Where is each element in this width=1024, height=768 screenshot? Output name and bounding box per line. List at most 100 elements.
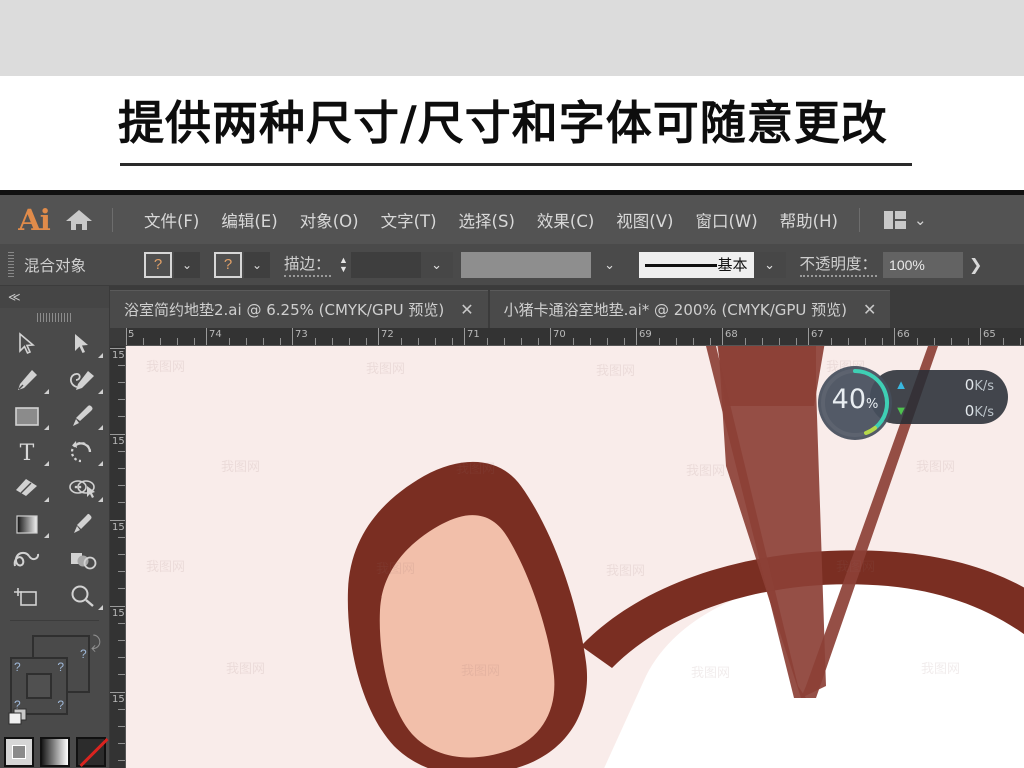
horizontal-ruler[interactable]: 5 74 73 72 71 70 69 68 67 66 65 [126,328,1024,346]
control-bar: 混合对象 ? ⌄ ? ⌄ 描边： ▲ ▼ ⌄ ⌄ 基本 ⌄ 不透明度： 100% … [0,244,1024,286]
brush-stroke-preview-icon [644,263,717,267]
workspace-layout-icon [883,210,906,229]
screenshot-root: 提供两种尺寸/尺寸和字体可随意更改 Ai 文件(F) 编辑(E) 对象(O) 文… [0,0,1024,768]
eraser-tool-icon[interactable] [0,470,55,506]
eyedropper-tool-icon[interactable] [55,506,110,542]
network-speed-widget[interactable]: 40% ▲ 0K/s ▼ 0K/s [818,366,1008,440]
document-tab-2[interactable]: 小猪卡通浴室地垫.ai* @ 200% (CMYK/GPU 预览) ✕ [489,290,891,328]
swap-fill-stroke-icon[interactable]: ⤸ [91,633,101,653]
ruler-top-label: 74 [209,329,222,340]
upload-speed: 0K/s [912,376,1008,394]
ai-logo-icon: Ai [18,202,51,237]
ruler-top-label: 66 [897,329,910,340]
fill-dropdown-chevron[interactable]: ⌄ [174,251,200,278]
document-tab-bar: 浴室简约地垫2.ai @ 6.25% (CMYK/GPU 预览) ✕ 小猪卡通浴… [110,286,1024,328]
chevron-down-icon[interactable]: ⌄ [914,211,927,229]
cpu-usage-value: 40 [831,384,866,415]
menu-item-select[interactable]: 选择(S) [448,205,526,235]
opacity-more-arrow[interactable]: ❯ [969,255,982,275]
zoom-tool-icon[interactable] [55,578,110,614]
menu-item-type[interactable]: 文字(T) [370,205,448,235]
stroke-weight-input[interactable] [350,251,421,278]
gradient-tool-icon[interactable] [0,506,55,542]
tools-panel-grip[interactable] [0,308,109,326]
document-tab-1[interactable]: 浴室简约地垫2.ai @ 6.25% (CMYK/GPU 预览) ✕ [110,290,488,328]
svg-text:T: T [20,441,35,464]
rectangle-tool-icon[interactable] [0,398,55,434]
menu-item-help[interactable]: 帮助(H) [769,205,849,235]
promo-divider [120,163,912,166]
cpu-usage-percent: 40% [818,384,892,415]
menu-item-effect[interactable]: 效果(C) [526,205,605,235]
none-mode-button[interactable] [75,737,108,767]
gradient-mode-button[interactable] [39,737,70,767]
menu-item-edit[interactable]: 编辑(E) [210,205,288,235]
menu-item-window[interactable]: 窗口(W) [684,205,768,235]
stroke-weight-stepper[interactable]: ▲ ▼ [336,251,351,278]
shape-builder-tool-icon[interactable] [55,470,110,506]
home-icon[interactable] [56,208,102,232]
slice-tool-icon[interactable] [55,542,110,578]
ruler-top-label: 67 [811,329,824,340]
menu-item-view[interactable]: 视图(V) [605,205,684,235]
ruler-top-label: 69 [639,329,652,340]
artboard-tool-icon[interactable] [0,578,55,614]
upload-speed-value: 0 [964,375,975,394]
rotate-tool-icon[interactable] [55,434,110,470]
ruler-top-label: 72 [381,329,394,340]
illustrator-window: Ai 文件(F) 编辑(E) 对象(O) 文字(T) 选择(S) 效果(C) 视… [0,190,1024,768]
opacity-label: 不透明度： [799,252,878,277]
ruler-left-label: 150 [112,694,125,705]
variable-width-chevron[interactable]: ⌄ [590,251,629,278]
variable-width-profile-input[interactable] [460,251,591,278]
upload-row: ▲ 0K/s [890,371,1008,398]
fill-stroke-control: ? ? ? ? ? ? ⤸ [0,627,109,735]
control-bar-grip[interactable] [8,251,14,278]
promo-title: 提供两种尺寸/尺寸和字体可随意更改 [118,96,888,150]
tools-panel: ≪ T ? ? ? ? ? ⤸ [0,286,110,768]
pen-tool-icon[interactable] [0,362,55,398]
ruler-top-label: 5 [128,329,135,340]
stroke-dropdown-chevron[interactable]: ⌄ [244,251,270,278]
brush-definition-chevron[interactable]: ⌄ [753,251,786,278]
menu-divider [112,207,113,232]
close-icon[interactable]: ✕ [460,300,473,320]
download-row: ▼ 0K/s [890,397,1008,424]
percent-symbol: % [866,397,879,412]
tools-divider [10,620,99,621]
menu-item-file[interactable]: 文件(F) [133,205,210,235]
tools-panel-collapse[interactable]: ≪ [0,286,109,308]
stroke-swatch[interactable]: ? [214,251,242,278]
color-mode-button[interactable] [3,737,34,767]
ruler-top-label: 70 [553,329,566,340]
ruler-corner[interactable] [110,328,126,346]
default-fill-stroke-icon[interactable] [8,704,32,731]
ruler-left-label: 153 [112,436,125,447]
type-tool-icon[interactable]: T [0,434,55,470]
selection-tool-icon[interactable] [0,326,55,362]
upload-arrow-icon: ▲ [894,377,908,392]
fill-swatch[interactable]: ? [144,251,172,278]
close-icon[interactable]: ✕ [863,300,876,320]
promo-gray-band [0,0,1024,76]
direct-selection-tool-icon[interactable] [55,326,110,362]
menu-item-object[interactable]: 对象(O) [289,205,370,235]
ruler-left-label: 154 [112,350,125,361]
fill-unknown-marker-2: ? [57,660,64,674]
curvature-tool-icon[interactable] [55,362,110,398]
download-speed: 0K/s [912,402,1008,420]
download-speed-value: 0 [964,401,975,420]
ruler-top-label: 68 [725,329,738,340]
ruler-top-label: 65 [983,329,996,340]
blend-tool-icon[interactable] [0,542,55,578]
stroke-weight-chevron[interactable]: ⌄ [420,251,453,278]
workspace-switcher[interactable]: ⌄ [883,210,927,229]
fill-unknown-marker-1: ? [14,660,21,674]
fill-unknown-marker-4: ? [57,698,64,712]
brush-definition-box[interactable]: 基本 [638,251,754,278]
menu-bar: Ai 文件(F) 编辑(E) 对象(O) 文字(T) 选择(S) 效果(C) 视… [0,195,1024,244]
vertical-ruler[interactable]: 154 153 152 151 150 [110,346,126,768]
opacity-input[interactable]: 100% [883,251,964,278]
paintbrush-tool-icon[interactable] [55,398,110,434]
color-mode-buttons [0,735,109,767]
